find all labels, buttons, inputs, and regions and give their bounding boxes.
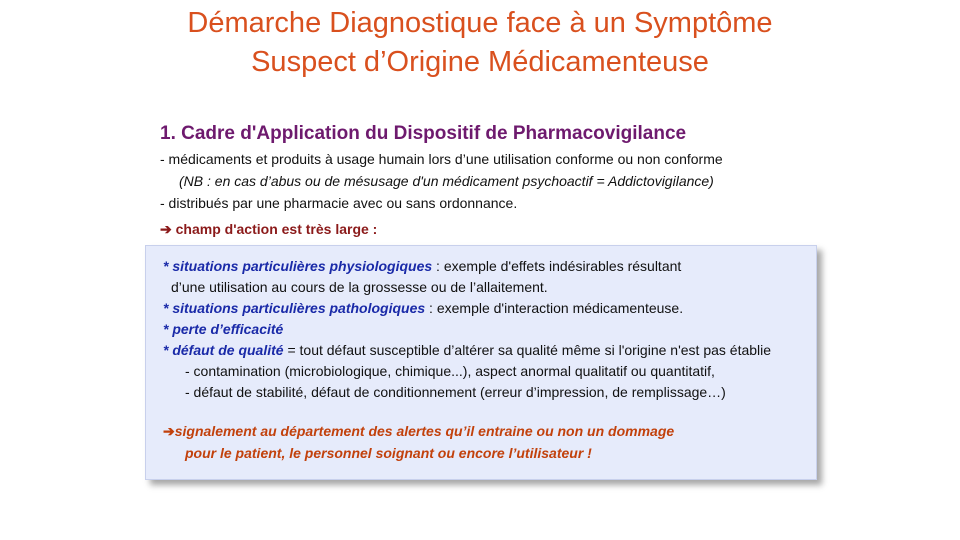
sub-contamination: - contamination (microbiologique, chimiq… [185,363,715,379]
item-efficacite: * perte d’efficacité [163,319,816,340]
item-pathologiques-text: : exemple d'interaction médicamenteuse. [425,300,684,316]
item-qualite-text: = tout défaut susceptible d’altérer sa q… [283,342,772,358]
sub-stabilite: - défaut de stabilité, défaut de conditi… [185,384,726,400]
section-heading: 1. Cadre d'Application du Dispositif de … [160,123,687,144]
title-line-1: Démarche Diagnostique face à un Symptôme [187,7,773,39]
arrow-right-icon: ➔ [163,423,175,439]
item-physiologiques-text: : exemple d'effets indésirables résultan… [432,258,682,274]
alert-line-2: pour le patient, le personnel soignant o… [185,445,592,461]
slide-title: Démarche Diagnostique face à un Symptôme… [0,4,960,82]
title-line-2: Suspect d’Origine Médicamenteuse [251,46,709,78]
alert-text-1: signalement au département des alertes q… [174,423,675,439]
item-qualite: * défaut de qualité = tout défaut suscep… [163,340,816,361]
item-pathologiques: * situations particulières pathologiques… [163,298,816,319]
scope-statement: ➔ champ d'action est très large : [160,218,880,240]
arrow-right-icon: ➔ [160,221,172,237]
scope-details-box: * situations particulières physiologique… [145,245,817,480]
item-pathologiques-label: * situations particulières pathologiques [163,300,426,316]
alert-line-1: ➔signalement au département des alertes … [163,420,816,442]
scope-text: champ d'action est très large : [171,221,378,237]
nb-note: (NB : en cas d’abus ou de mésusage d'un … [179,173,714,189]
item-physiologiques: * situations particulières physiologique… [163,256,816,277]
bullet-medicaments: - médicaments et produits à usage humain… [160,151,723,167]
item-efficacite-label: * perte d’efficacité [163,321,284,337]
section-content: 1. Cadre d'Application du Dispositif de … [160,122,880,240]
item-physiologiques-cont: d’une utilisation au cours de la grosses… [171,279,548,295]
item-qualite-label: * défaut de qualité [163,342,284,358]
bullet-distribues: - distribués par une pharmacie avec ou s… [160,195,518,211]
item-physiologiques-label: * situations particulières physiologique… [163,258,433,274]
